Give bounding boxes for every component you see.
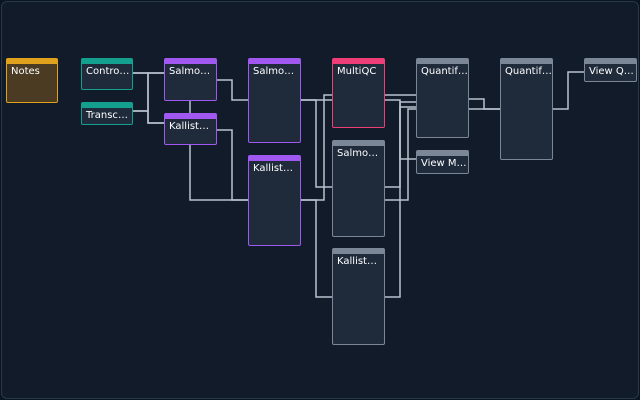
edge-transcripts-salmon-index [132,72,164,112]
edge-kallisto-out-quant-1 [384,106,416,298]
salmon-output-node[interactable]: Salmon … [332,140,385,237]
transcripts-node[interactable]: Transcr… [81,102,133,125]
kallisto-output-node[interactable]: Kallist… [332,248,385,345]
view-quantification-node[interactable]: View Qu… [584,58,637,82]
edge-salmon-quant-salmon-out [300,99,332,188]
notes-node-label: Notes [11,66,40,77]
kallisto-index-node[interactable]: Kallist… [164,113,217,145]
kallisto-quant-node[interactable]: Kallist… [248,155,301,246]
multiqc-node-label: MultiQC [337,66,377,77]
edge-salmon-index-salmon-quant [216,79,248,101]
quantification-node-2-label: Quantif… [505,66,552,77]
workflow-canvas[interactable]: Notes Control… Transcr… Salmon … Kallist… [1,1,639,399]
salmon-index-node[interactable]: Salmon … [164,58,217,101]
notes-node[interactable]: Notes [6,58,58,103]
salmon-quant-node-label: Salmon … [253,66,300,77]
view-multiqc-node[interactable]: View Mu… [416,150,469,174]
controls-node-label: Control… [86,66,132,77]
edge-quant-2-view-quant [552,71,584,110]
multiqc-node[interactable]: MultiQC [332,58,385,128]
view-multiqc-node-label: View Mu… [421,158,468,169]
salmon-output-node-label: Salmon … [337,148,384,159]
edge-kallisto-quant-kallisto-out [300,199,332,298]
edge-transcripts-kallisto-index [132,110,164,124]
quantification-node-2[interactable]: Quantif… [500,58,553,160]
kallisto-output-node-label: Kallist… [337,256,377,267]
salmon-quant-node[interactable]: Salmon … [248,58,301,143]
kallisto-quant-node-label: Kallist… [253,163,293,174]
view-quantification-node-label: View Qu… [589,66,636,77]
salmon-index-node-label: Salmon … [169,66,216,77]
edge-kallisto-index-kallisto-quant [216,129,248,201]
kallisto-index-node-label: Kallist… [169,121,209,132]
transcripts-node-label: Transcr… [86,110,132,121]
controls-node[interactable]: Control… [81,58,133,90]
quantification-node-1-label: Quantif… [421,66,468,77]
quantification-node-1[interactable]: Quantif… [416,58,469,138]
edge-quant-1-quant-2 [468,98,500,110]
